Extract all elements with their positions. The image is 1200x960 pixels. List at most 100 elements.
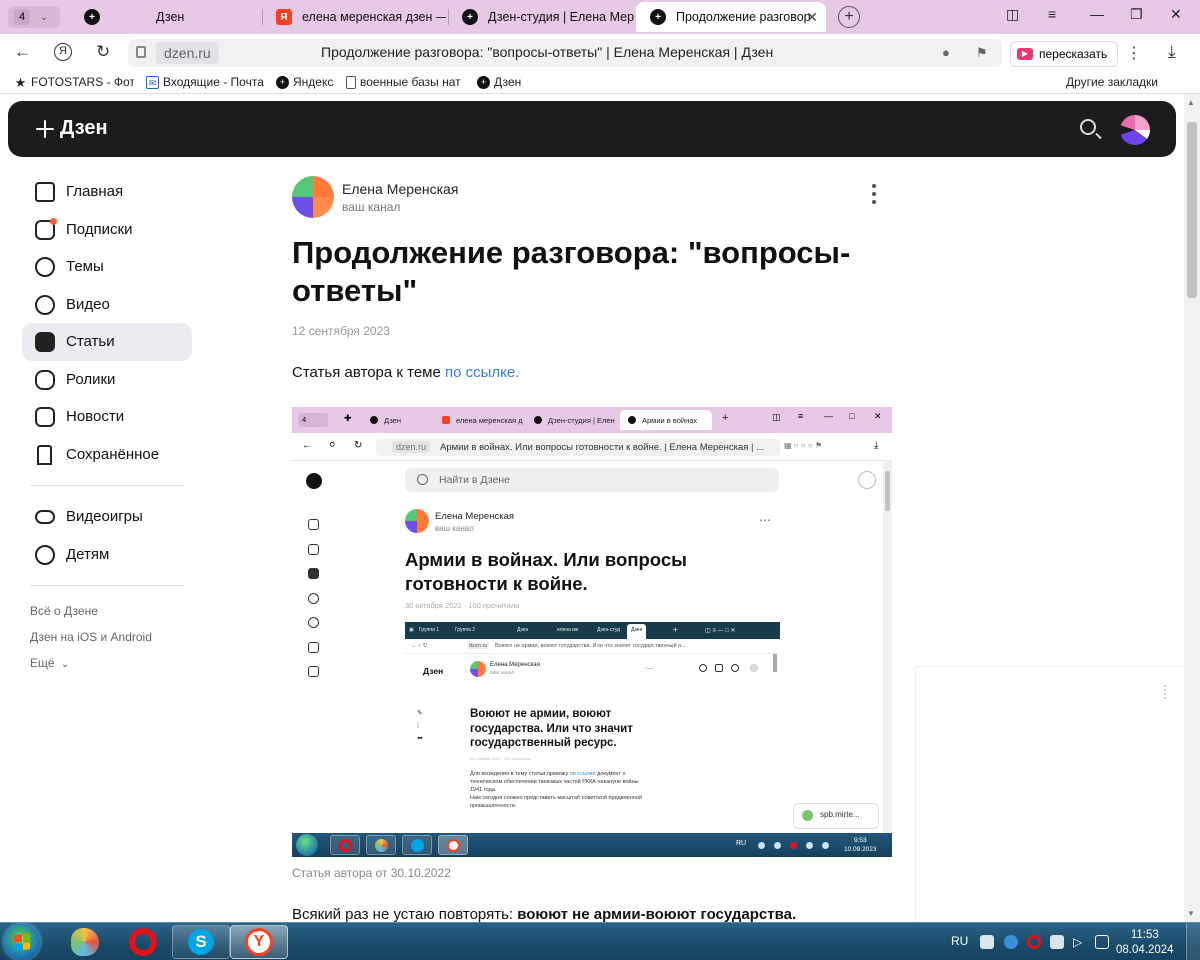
more-options-icon[interactable]: ⋮ bbox=[1126, 43, 1142, 63]
sidebar-item-news[interactable]: Новости bbox=[22, 398, 192, 436]
article-intro: Статья автора к теме по ссылке. bbox=[292, 364, 892, 381]
volume-icon[interactable]: ▷ bbox=[1073, 935, 1087, 949]
page-scrollbar[interactable]: ▲ ▼ bbox=[1184, 94, 1200, 922]
paint-taskbar-button[interactable] bbox=[56, 925, 114, 959]
stats-icon: ⁞ bbox=[417, 722, 419, 730]
dzen-icon: + bbox=[462, 9, 478, 25]
about-dzen-link[interactable]: Всё о Дзене bbox=[22, 598, 192, 624]
bookmark-label: Входящие - Почта bbox=[163, 75, 264, 89]
close-tab-icon[interactable]: ✕ bbox=[806, 9, 818, 26]
embedded-tab-title: елена меренская д bbox=[456, 415, 523, 425]
url-field[interactable]: dzen.ru Продолжение разговора: "вопросы-… bbox=[128, 39, 1002, 67]
embedded-tab: Дзен-студия | Елен bbox=[526, 410, 616, 430]
mail-icon: ✉ bbox=[146, 75, 159, 89]
yandex-icon bbox=[442, 416, 450, 424]
more-vertical-icon[interactable] bbox=[872, 184, 876, 208]
dzen-apps-link[interactable]: Дзен на iOS и Android bbox=[22, 624, 192, 650]
restore-icon[interactable]: ❐ bbox=[1130, 6, 1143, 23]
bookmark-item[interactable]: ★ FOTOSTARS - Фото bbox=[14, 75, 134, 89]
skype-icon: S bbox=[188, 929, 214, 955]
sidebar-item-saved[interactable]: Сохранённое bbox=[22, 436, 192, 474]
article-paragraph: Всякий раз не устаю повторять: воюют не … bbox=[292, 906, 796, 923]
nested-screenshot: ▣ Группа 1 Группа 2 Дзен елена ме Дзен-с… bbox=[405, 622, 780, 833]
network-icon[interactable] bbox=[1095, 935, 1109, 949]
back-arrow-icon[interactable]: ← bbox=[14, 42, 31, 62]
new-tab-button[interactable]: + bbox=[838, 6, 860, 28]
tab-dzen[interactable]: + Дзен bbox=[70, 2, 260, 32]
minimize-icon[interactable]: — bbox=[1090, 6, 1104, 22]
sidebar-item-topics[interactable]: Темы bbox=[22, 248, 192, 286]
show-desktop-button[interactable] bbox=[1186, 923, 1200, 960]
embedded-tab-bar: 4 ✚ Дзен елена меренская д Дзен-студия |… bbox=[292, 407, 892, 433]
bookmark-item[interactable]: + Яндекс bbox=[276, 75, 340, 89]
tab-count-button[interactable]: 4 ⌄ bbox=[8, 6, 60, 28]
embedded-address-bar: ← ⚪ ↻ dzen.ru Армии в войнах. Или вопрос… bbox=[292, 433, 892, 461]
opera-tray-icon[interactable] bbox=[1027, 935, 1041, 949]
intro-link[interactable]: по ссылке. bbox=[445, 364, 519, 381]
search-icon[interactable] bbox=[1080, 119, 1096, 135]
embedded-popup-text: spb.mirte... bbox=[820, 810, 860, 819]
sidebar-item-label: Темы bbox=[66, 258, 104, 276]
system-clock[interactable]: 11:53 08.04.2024 bbox=[1116, 928, 1174, 958]
nested-domain: dzen.ru bbox=[467, 643, 490, 649]
yandex-browser-taskbar-button[interactable]: Y bbox=[230, 925, 288, 959]
language-indicator[interactable]: RU bbox=[951, 934, 968, 948]
dzen-logo[interactable]: Дзен bbox=[36, 117, 108, 140]
tab-yandex-search[interactable]: Я елена меренская дзен — Я bbox=[262, 2, 446, 32]
user-avatar[interactable] bbox=[1120, 115, 1150, 145]
bookmark-item[interactable]: + Дзен bbox=[477, 75, 537, 89]
page-icon bbox=[346, 75, 356, 89]
nested-editor-tools: ✎ ⁞ ➦ bbox=[417, 708, 423, 746]
dzen-icon bbox=[534, 416, 542, 424]
reload-icon[interactable]: ↻ bbox=[96, 42, 110, 62]
author-avatar bbox=[470, 661, 486, 677]
yandex-icon: Я bbox=[276, 9, 292, 25]
other-bookmarks[interactable]: Другие закладки bbox=[1066, 75, 1158, 89]
scrollbar-thumb[interactable] bbox=[1187, 122, 1197, 298]
scroll-down-icon[interactable]: ▼ bbox=[1187, 909, 1195, 918]
notification-dot bbox=[50, 217, 57, 225]
tray-icon[interactable] bbox=[1004, 935, 1018, 949]
embedded-lang: RU bbox=[736, 840, 747, 847]
sidebar-item-kids[interactable]: Детям bbox=[22, 536, 192, 574]
tab-dzen-studio[interactable]: + Дзен-студия | Елена Мере bbox=[448, 2, 634, 32]
embedded-tab-title: Дзен bbox=[384, 415, 401, 425]
author-name[interactable]: Елена Меренская bbox=[342, 181, 458, 197]
yandex-browser-icon: Y bbox=[245, 928, 273, 956]
retell-button[interactable]: ▶ пересказать bbox=[1010, 41, 1119, 67]
more-link[interactable]: Ещё ⌄ bbox=[22, 650, 192, 676]
bookmark-item[interactable]: ✉ Входящие - Почта bbox=[146, 75, 266, 89]
sidebar-item-clips[interactable]: Ролики bbox=[22, 361, 192, 399]
yandex-logo-icon[interactable]: Я bbox=[54, 43, 72, 61]
opera-taskbar-button[interactable] bbox=[114, 925, 172, 959]
scroll-up-icon[interactable]: ▲ bbox=[1187, 98, 1195, 107]
nested-article-meta: 26 октября 2022 · 108 прочитали bbox=[470, 756, 531, 761]
sidebar-item-home[interactable]: Главная bbox=[22, 173, 192, 211]
articles-icon bbox=[308, 568, 319, 579]
dzen-star-icon bbox=[36, 119, 54, 138]
share-icon: ➦ bbox=[417, 735, 423, 742]
location-pin-icon[interactable]: ● bbox=[942, 45, 950, 60]
download-icon[interactable]: ⤓ bbox=[1168, 42, 1176, 62]
tab-current-article[interactable]: + Продолжение разговор ✕ bbox=[636, 2, 826, 32]
tray-icon[interactable] bbox=[1050, 935, 1064, 949]
skype-taskbar-button[interactable]: S bbox=[172, 925, 230, 959]
bookmark-label: военные базы нат bbox=[360, 75, 461, 89]
close-window-icon[interactable]: ✕ bbox=[1170, 6, 1182, 23]
tray-icon[interactable] bbox=[980, 935, 994, 949]
sidebar-item-articles[interactable]: Статьи bbox=[22, 323, 192, 361]
author-avatar[interactable] bbox=[292, 176, 334, 218]
menu-icon[interactable]: ≡ bbox=[1048, 6, 1056, 22]
sidebar-item-subscriptions[interactable]: Подписки bbox=[22, 211, 192, 249]
sidebar-item-video[interactable]: Видео bbox=[22, 286, 192, 324]
tab-manager-icon[interactable]: ◫ bbox=[1006, 6, 1019, 23]
bookmark-page-icon[interactable]: ⚑ bbox=[976, 45, 988, 61]
drag-handle-icon[interactable] bbox=[1164, 685, 1166, 699]
windows-start-button[interactable] bbox=[4, 924, 40, 960]
articles-icon bbox=[35, 332, 55, 352]
browser-tab-bar: 4 ⌄ + Дзен Я елена меренская дзен — Я + … bbox=[0, 0, 1200, 34]
tab-title: елена меренская дзен — Я bbox=[302, 10, 446, 24]
bookmark-item[interactable]: военные базы нат bbox=[346, 75, 466, 89]
sidebar-item-videogames[interactable]: Видеоигры bbox=[22, 498, 192, 536]
news-icon bbox=[35, 407, 55, 427]
